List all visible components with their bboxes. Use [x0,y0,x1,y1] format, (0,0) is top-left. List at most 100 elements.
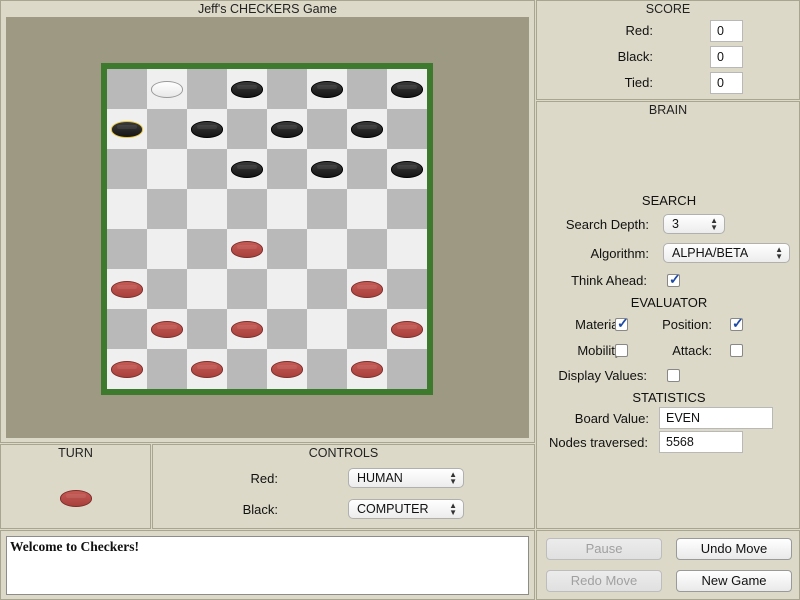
board-square[interactable] [307,189,347,229]
board-square[interactable] [267,309,307,349]
board-square[interactable] [107,189,147,229]
board-square[interactable] [307,229,347,269]
board-square[interactable] [347,269,387,309]
board-square[interactable] [387,109,427,149]
red-checker-piece[interactable] [231,241,263,258]
board-square[interactable] [187,149,227,189]
board-square[interactable] [267,149,307,189]
search-depth-select[interactable]: 3 ▲ ▼ [663,214,725,234]
board-square[interactable] [227,309,267,349]
position-checkbox[interactable]: ✓ [730,315,744,331]
board-square[interactable] [267,269,307,309]
black-checker-piece[interactable] [111,121,143,138]
board-square[interactable] [147,69,187,109]
board-square[interactable] [227,269,267,309]
red-checker-piece[interactable] [351,281,383,298]
board-square[interactable] [227,349,267,389]
board-square[interactable] [227,229,267,269]
black-checker-piece[interactable] [391,161,423,178]
board-square[interactable] [147,269,187,309]
board-square[interactable] [387,349,427,389]
board-square[interactable] [267,109,307,149]
board-square[interactable] [387,229,427,269]
board-square[interactable] [347,309,387,349]
undo-move-button[interactable]: Undo Move [676,538,792,560]
board-square[interactable] [307,269,347,309]
red-checker-piece[interactable] [191,361,223,378]
board-square[interactable] [107,269,147,309]
board-square[interactable] [347,189,387,229]
black-checker-piece[interactable] [191,121,223,138]
board-square[interactable] [307,309,347,349]
board-square[interactable] [187,69,227,109]
think-ahead-checkbox[interactable]: ✓ [667,271,681,287]
board-square[interactable] [387,269,427,309]
black-checker-piece[interactable] [231,161,263,178]
board-square[interactable] [267,349,307,389]
board-square[interactable] [307,69,347,109]
board-square[interactable] [387,309,427,349]
board-square[interactable] [147,189,187,229]
message-log[interactable]: Welcome to Checkers! [6,536,529,595]
white-checker-piece[interactable] [151,81,183,98]
algorithm-select[interactable]: ALPHA/BETA ▲ ▼ [663,243,790,263]
black-player-select[interactable]: COMPUTER ▲ ▼ [348,499,464,519]
board-square[interactable] [267,229,307,269]
board-square[interactable] [227,109,267,149]
black-checker-piece[interactable] [351,121,383,138]
black-checker-piece[interactable] [231,81,263,98]
board-square[interactable] [147,229,187,269]
board-square[interactable] [107,149,147,189]
board-square[interactable] [307,149,347,189]
red-checker-piece[interactable] [151,321,183,338]
board-square[interactable] [187,309,227,349]
mobility-checkbox[interactable] [615,344,628,357]
board-square[interactable] [347,109,387,149]
red-checker-piece[interactable] [231,321,263,338]
board-square[interactable] [187,189,227,229]
black-checker-piece[interactable] [311,81,343,98]
board-square[interactable] [107,349,147,389]
board-square[interactable] [267,189,307,229]
new-game-button[interactable]: New Game [676,570,792,592]
board-square[interactable] [387,189,427,229]
board-square[interactable] [307,109,347,149]
board-square[interactable] [387,69,427,109]
pause-button[interactable]: Pause [546,538,662,560]
board-square[interactable] [187,349,227,389]
red-checker-piece[interactable] [111,281,143,298]
board-square[interactable] [347,149,387,189]
checkers-board[interactable] [101,63,433,395]
board-square[interactable] [107,109,147,149]
material-checkbox[interactable]: ✓ [615,315,629,331]
black-checker-piece[interactable] [391,81,423,98]
red-player-select[interactable]: HUMAN ▲ ▼ [348,468,464,488]
red-checker-piece[interactable] [111,361,143,378]
board-square[interactable] [107,309,147,349]
red-checker-piece[interactable] [351,361,383,378]
black-checker-piece[interactable] [271,121,303,138]
redo-move-button[interactable]: Redo Move [546,570,662,592]
board-square[interactable] [267,69,307,109]
black-checker-piece[interactable] [311,161,343,178]
board-square[interactable] [107,229,147,269]
board-square[interactable] [227,149,267,189]
board-square[interactable] [347,229,387,269]
red-checker-piece[interactable] [271,361,303,378]
board-square[interactable] [147,309,187,349]
attack-checkbox[interactable] [730,344,743,357]
board-square[interactable] [307,349,347,389]
board-square[interactable] [187,109,227,149]
board-square[interactable] [107,69,147,109]
red-checker-piece[interactable] [391,321,423,338]
board-square[interactable] [387,149,427,189]
board-square[interactable] [347,349,387,389]
board-square[interactable] [147,149,187,189]
board-square[interactable] [347,69,387,109]
display-values-checkbox[interactable] [667,369,680,382]
board-square[interactable] [187,269,227,309]
board-square[interactable] [227,189,267,229]
board-square[interactable] [147,349,187,389]
board-square[interactable] [147,109,187,149]
board-square[interactable] [227,69,267,109]
